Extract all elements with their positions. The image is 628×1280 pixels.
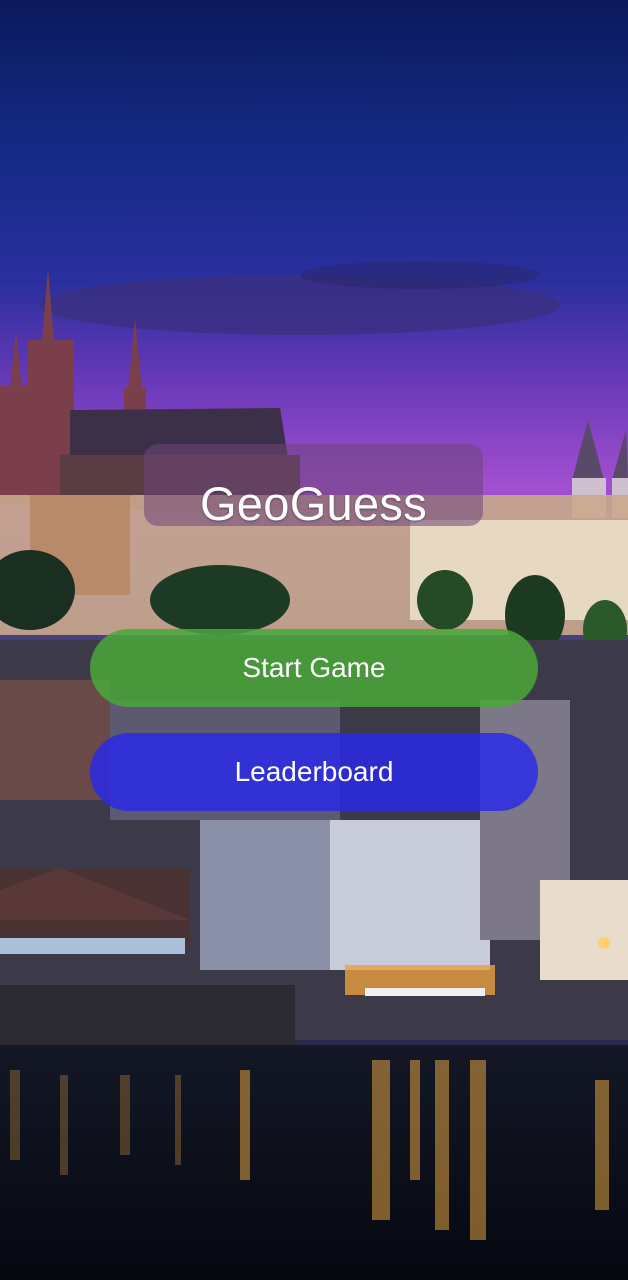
start-game-label: Start Game [242, 652, 386, 683]
leaderboard-label: Leaderboard [234, 756, 394, 787]
start-game-button[interactable]: Start Game [90, 629, 538, 707]
app-title: GeoGuess [199, 477, 428, 530]
leaderboard-button[interactable]: Leaderboard [90, 733, 538, 811]
